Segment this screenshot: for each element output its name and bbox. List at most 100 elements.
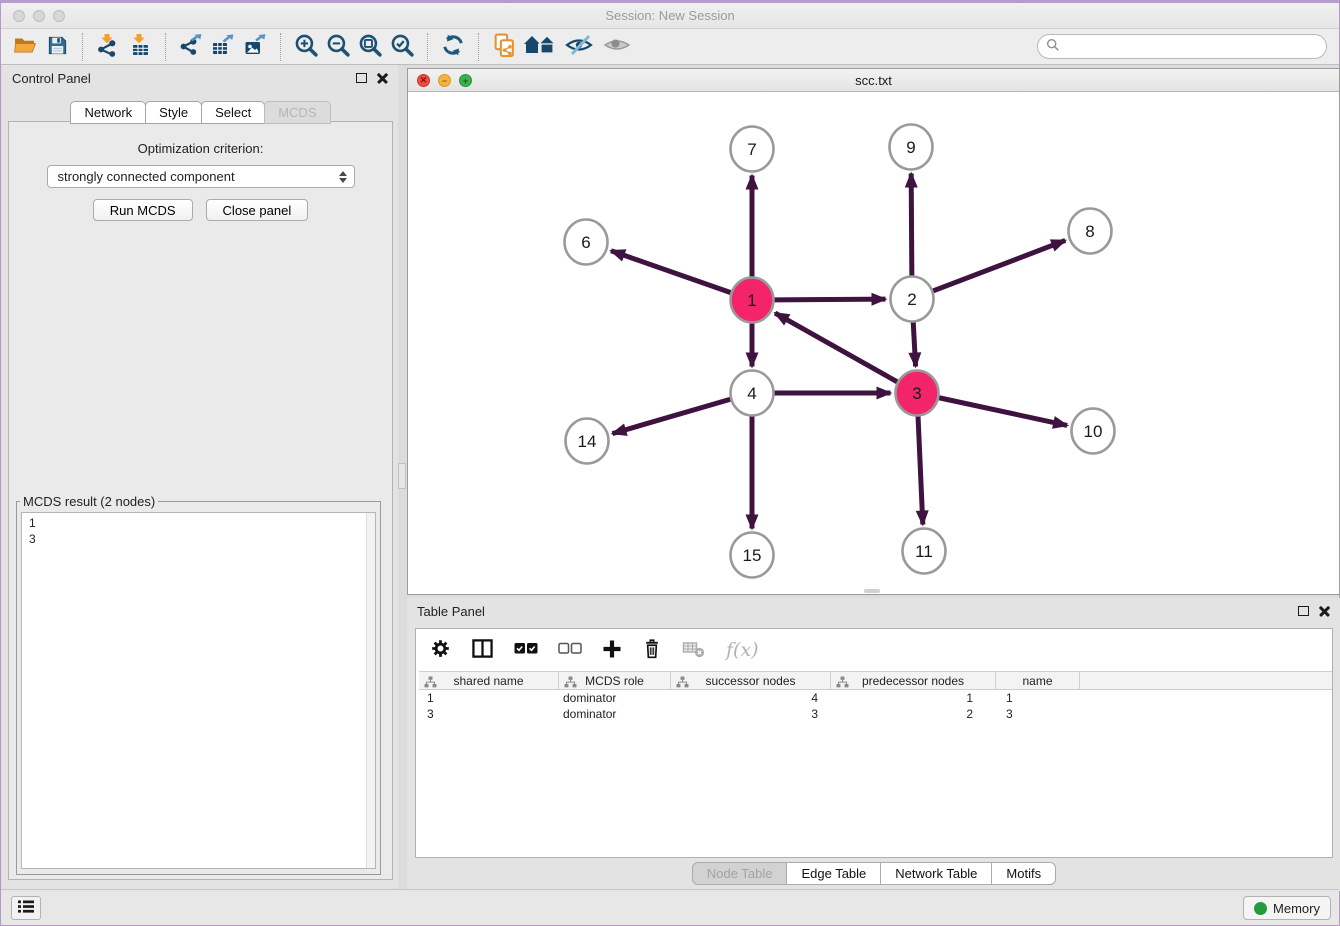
node-label-11: 11 [915, 542, 933, 561]
graph-node-6[interactable]: 6 [565, 220, 608, 265]
graph-node-8[interactable]: 8 [1069, 209, 1112, 254]
export-image-button[interactable] [239, 32, 271, 62]
tab-motifs[interactable]: Motifs [991, 862, 1056, 885]
network-canvas[interactable]: 7 9 6 8 1 2 4 3 14 10 15 11 [408, 92, 1339, 594]
node-label-4: 4 [747, 384, 756, 403]
import-network-button[interactable] [92, 32, 124, 62]
column-header-successor-nodes[interactable]: successor nodes [671, 672, 831, 689]
task-history-button[interactable] [11, 896, 41, 920]
float-panel-icon[interactable] [356, 73, 367, 83]
zoom-fit-button[interactable] [354, 32, 386, 62]
tab-edge-table[interactable]: Edge Table [786, 862, 881, 885]
unselect-all-columns-button[interactable] [558, 642, 582, 658]
graph-node-15[interactable]: 15 [731, 533, 774, 578]
memory-status-icon [1254, 902, 1267, 915]
export-table-button[interactable] [207, 32, 239, 62]
refresh-view-button[interactable] [437, 32, 469, 62]
graph-node-1[interactable]: 1 [731, 278, 774, 323]
edge-2-3[interactable] [913, 321, 915, 366]
open-session-button[interactable] [9, 32, 41, 62]
control-panel-tabs: Network Style Select MCDS [2, 101, 398, 124]
edge-1-6[interactable] [611, 251, 731, 293]
edge-3-1[interactable] [775, 313, 897, 382]
graph-node-7[interactable]: 7 [731, 127, 774, 172]
tab-network[interactable]: Network [70, 101, 146, 124]
graph-node-11[interactable]: 11 [903, 529, 946, 574]
trash-icon [642, 638, 662, 663]
graph-node-3[interactable]: 3 [896, 371, 939, 416]
node-label-2: 2 [907, 290, 916, 309]
main-toolbar [1, 29, 1339, 65]
table-tabs: Node Table Edge Table Network Table Moti… [407, 862, 1340, 885]
graph-node-4[interactable]: 4 [731, 371, 774, 416]
search-input[interactable] [1065, 38, 1326, 56]
column-header-predecessor-nodes[interactable]: predecessor nodes [831, 672, 996, 689]
close-panel-icon[interactable] [377, 73, 388, 84]
save-session-button[interactable] [41, 32, 73, 62]
new-network-from-selection-button[interactable] [488, 32, 520, 62]
create-column-button[interactable] [602, 639, 622, 662]
tab-node-table[interactable]: Node Table [692, 862, 788, 885]
export-table-icon [211, 33, 235, 60]
first-neighbors-button[interactable] [520, 32, 560, 62]
toolbar-separator [82, 33, 83, 61]
table-header-row: shared name MCDS role successor nodes pr… [419, 671, 1332, 690]
float-table-panel-icon[interactable] [1298, 606, 1309, 616]
search-field[interactable] [1037, 34, 1327, 59]
select-all-columns-button[interactable] [514, 642, 538, 658]
run-mcds-button[interactable]: Run MCDS [93, 199, 193, 221]
splitter-grip[interactable] [398, 463, 406, 489]
edge-2-8[interactable] [933, 240, 1065, 291]
mcds-result-item: 3 [29, 531, 375, 547]
zoom-selected-button[interactable] [386, 32, 418, 62]
edge-1-2[interactable] [774, 299, 885, 300]
node-label-15: 15 [743, 546, 762, 565]
edge-2-9[interactable] [911, 173, 912, 276]
delete-table-button[interactable] [682, 639, 706, 662]
unchecked-boxes-icon [558, 642, 582, 658]
export-network-button[interactable] [175, 32, 207, 62]
node-label-7: 7 [747, 140, 756, 159]
column-header-mcds-role[interactable]: MCDS role [559, 672, 671, 689]
table-row[interactable]: 3 dominator 3 2 3 [419, 706, 1332, 722]
delete-table-icon [682, 639, 706, 662]
network-window-titlebar[interactable]: ✕ − + scc.txt [408, 69, 1339, 92]
column-header-shared-name[interactable]: shared name [419, 672, 559, 689]
show-all-button[interactable] [598, 32, 636, 62]
edge-3-11[interactable] [918, 415, 923, 524]
graph-node-9[interactable]: 9 [890, 125, 933, 170]
zoom-in-icon [294, 33, 319, 61]
zoom-in-button[interactable] [290, 32, 322, 62]
tab-select[interactable]: Select [201, 101, 265, 124]
graph-node-2[interactable]: 2 [891, 277, 934, 322]
table-settings-button[interactable] [430, 638, 451, 662]
tab-style[interactable]: Style [145, 101, 202, 124]
table-row[interactable]: 1 dominator 4 1 1 [419, 690, 1332, 706]
edge-4-14[interactable] [612, 399, 730, 433]
graph-node-10[interactable]: 10 [1072, 409, 1115, 454]
title-bar: Session: New Session [1, 3, 1339, 29]
zoom-out-button[interactable] [322, 32, 354, 62]
memory-label: Memory [1273, 901, 1320, 916]
column-header-name[interactable]: name [996, 672, 1080, 689]
criterion-select[interactable]: strongly connected component [47, 165, 355, 188]
tab-mcds[interactable]: MCDS [264, 101, 330, 124]
function-builder-button[interactable]: f(x) [726, 639, 759, 661]
graph-node-14[interactable]: 14 [566, 419, 609, 464]
canvas-scroll-thumb[interactable] [864, 589, 880, 593]
close-table-panel-icon[interactable] [1319, 606, 1330, 617]
tab-network-table[interactable]: Network Table [880, 862, 992, 885]
table-container: f(x) shared name MCDS role successor nod… [415, 628, 1333, 858]
hide-selected-button[interactable] [560, 32, 598, 62]
delete-column-button[interactable] [642, 638, 662, 663]
eye-icon [602, 33, 632, 60]
memory-button[interactable]: Memory [1243, 896, 1331, 920]
edge-3-10[interactable] [939, 398, 1067, 426]
import-table-button[interactable] [124, 32, 156, 62]
close-panel-button[interactable]: Close panel [206, 199, 309, 221]
toolbar-separator [478, 33, 479, 61]
show-column-panel-button[interactable] [471, 638, 494, 662]
cell-successor-nodes: 3 [671, 707, 831, 721]
node-label-8: 8 [1085, 222, 1094, 241]
result-scrollbar[interactable] [366, 513, 375, 868]
